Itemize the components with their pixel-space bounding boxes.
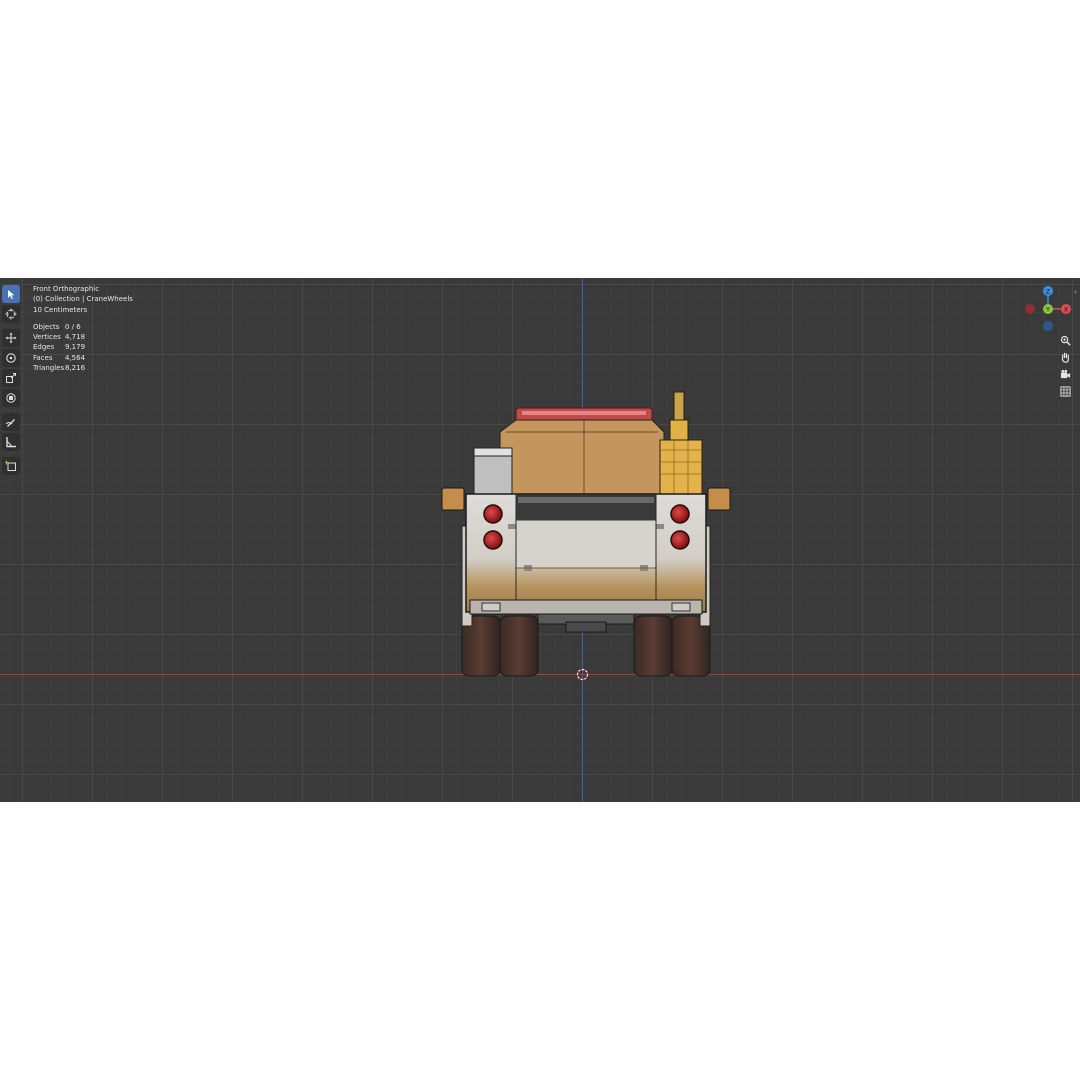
viewport-info-overlay: Front Orthographic (0) Collection | Cran…: [33, 284, 133, 373]
tailgate: [515, 519, 657, 569]
tool-shelf: [2, 285, 22, 477]
select-box-icon: [8, 290, 15, 299]
right-mirror: [707, 487, 731, 511]
cursor-icon: [5, 308, 17, 320]
z-axis-label: Z: [1046, 287, 1051, 295]
stat-value: 9,179: [65, 343, 86, 352]
crane-truck-model[interactable]: [438, 390, 734, 680]
rotate-icon: [6, 353, 16, 363]
crane-mast-base: [669, 419, 689, 441]
stat-value: 4,718: [65, 333, 86, 342]
move-tool[interactable]: [2, 329, 20, 347]
scale-icon: [6, 373, 16, 383]
rotate-tool[interactable]: [2, 349, 20, 367]
tail-light-right-upper: [670, 504, 690, 524]
sidebar-toggle[interactable]: ‹: [1074, 288, 1077, 296]
bumper-step-right: [671, 602, 691, 612]
toolbox-lid: [473, 447, 513, 457]
stat-value: 8,216: [65, 364, 86, 373]
annotate-tool[interactable]: [2, 413, 20, 431]
camera-icon: [1060, 369, 1070, 378]
tailgate-hinge-left: [508, 524, 516, 529]
stat-label: Edges: [33, 343, 55, 352]
stat-value: 4,564: [65, 353, 86, 362]
hand-pan-icon: [1061, 352, 1069, 363]
orientation-gizmo[interactable]: Z X Y: [1023, 284, 1073, 334]
cursor-tool[interactable]: [2, 305, 20, 323]
grid-icon: [1059, 385, 1071, 397]
scale-label: 10 Centimeters: [33, 305, 88, 314]
zoom-icon: [1060, 335, 1071, 346]
left-mirror: [441, 487, 465, 511]
rear-right-inner-tire: [633, 615, 673, 677]
tail-light-left-lower: [483, 530, 503, 550]
differential: [565, 621, 607, 633]
select-box-tool[interactable]: [2, 285, 20, 303]
x-axis-label: X: [1064, 305, 1069, 313]
stat-value: 0 / 6: [65, 322, 81, 331]
tail-light-right-lower: [670, 530, 690, 550]
measure-tool[interactable]: [2, 433, 20, 451]
zoom-button[interactable]: [1057, 332, 1073, 348]
y-axis-label: Y: [1045, 305, 1050, 313]
3d-viewport[interactable]: Front Orthographic (0) Collection | Cran…: [0, 278, 1080, 802]
annotate-icon: [5, 419, 15, 427]
stat-label: Objects: [33, 322, 60, 331]
stat-label: Faces: [33, 353, 53, 362]
move-icon: [5, 332, 17, 344]
camera-view-button[interactable]: [1057, 366, 1073, 382]
crane-housing: [659, 439, 703, 499]
bumper-step-left: [481, 602, 501, 612]
toggle-perspective-button[interactable]: [1057, 383, 1073, 399]
add-cube-icon: [5, 460, 16, 471]
rear-left-inner-tire: [499, 615, 539, 677]
collection-label: (0) Collection | CraneWheels: [33, 295, 133, 304]
pan-button[interactable]: [1057, 349, 1073, 365]
tailgate-hinge-right: [656, 524, 664, 529]
stat-label: Vertices: [33, 333, 61, 342]
transform-icon: [6, 393, 16, 403]
add-cube-tool[interactable]: [2, 457, 20, 475]
view-name: Front Orthographic: [33, 285, 100, 293]
stat-label: Triangles: [33, 364, 65, 373]
tail-light-left-upper: [483, 504, 503, 524]
crane-mast: [673, 391, 685, 423]
3d-cursor[interactable]: [575, 667, 590, 682]
measure-icon: [6, 437, 16, 448]
neg-x-axis-handle[interactable]: [1025, 304, 1035, 314]
transform-tool[interactable]: [2, 389, 20, 407]
light-bar-highlight: [522, 411, 646, 415]
rear-bumper: [469, 599, 703, 615]
scene-statistics: Objects 0 / 6 Vertices 4,718 Edges 9,179…: [33, 322, 133, 373]
scale-tool[interactable]: [2, 369, 20, 387]
neg-z-axis-handle[interactable]: [1043, 321, 1053, 331]
bed-rail: [518, 497, 654, 503]
